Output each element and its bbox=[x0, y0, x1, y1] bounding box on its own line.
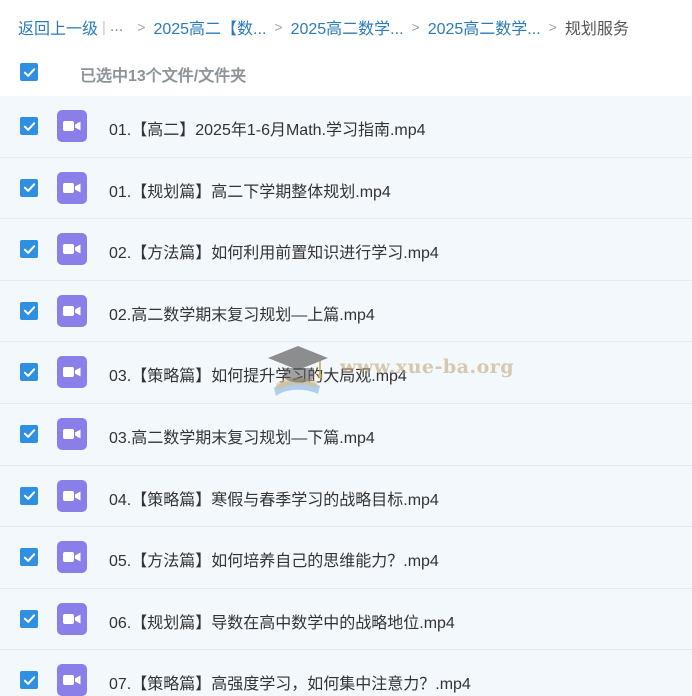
chevron-right-icon: > bbox=[411, 19, 420, 35]
row-checkbox[interactable] bbox=[20, 117, 38, 135]
row-checkbox[interactable] bbox=[20, 609, 38, 628]
video-file-icon bbox=[57, 479, 87, 512]
checkmark-icon bbox=[23, 306, 35, 316]
file-row[interactable]: 01.【规划篇】高二下学期整体规划.mp4 bbox=[0, 157, 692, 220]
video-file-icon bbox=[57, 356, 87, 389]
chevron-right-icon: > bbox=[548, 19, 557, 35]
file-name[interactable]: 02.高二数学期末复习规划—上篇.mp4 bbox=[109, 301, 375, 325]
checkmark-icon bbox=[23, 245, 35, 254]
chevron-right-icon: > bbox=[137, 19, 146, 35]
video-file-icon bbox=[57, 294, 87, 327]
video-file-icon bbox=[57, 602, 87, 635]
file-row[interactable]: 03.【策略篇】如何提升学习的大局观.mp4 bbox=[0, 342, 692, 404]
file-name[interactable]: 01.【高二】2025年1-6月Math.学习指南.mp4 bbox=[109, 116, 426, 140]
video-file-icon bbox=[57, 417, 87, 450]
row-checkbox[interactable] bbox=[20, 301, 38, 320]
checkmark-icon bbox=[23, 614, 35, 624]
file-row[interactable]: 01.【高二】2025年1-6月Math.学习指南.mp4 bbox=[0, 96, 692, 158]
file-row[interactable]: 03.高二数学期末复习规划—下篇.mp4 bbox=[0, 403, 692, 466]
breadcrumb: 返回上一级 | ... > 2025高二【数... > 2025高二数学... … bbox=[18, 15, 629, 39]
file-row[interactable]: 05.【方法篇】如何培养自己的思维能力？.mp4 bbox=[0, 527, 692, 589]
file-name[interactable]: 04.【策略篇】寒假与春季学习的战略目标.mp4 bbox=[109, 486, 439, 510]
video-file-icon bbox=[57, 171, 87, 204]
video-file-icon bbox=[57, 110, 87, 142]
video-file-icon bbox=[57, 664, 87, 696]
file-name[interactable]: 03.【策略篇】如何提升学习的大局观.mp4 bbox=[109, 362, 407, 386]
video-file-icon bbox=[57, 233, 87, 266]
file-row[interactable]: 06.【规划篇】导数在高中数学中的战略地位.mp4 bbox=[0, 588, 692, 651]
breadcrumb-item[interactable]: 2025高二【数... bbox=[153, 15, 266, 39]
file-row[interactable]: 02.【方法篇】如何利用前置知识进行学习.mp4 bbox=[0, 219, 692, 281]
file-row[interactable]: 04.【策略篇】寒假与春季学习的战略目标.mp4 bbox=[0, 465, 692, 528]
file-row[interactable]: 02.高二数学期末复习规划—上篇.mp4 bbox=[0, 280, 692, 343]
checkmark-icon bbox=[23, 429, 35, 439]
selection-bar: 已选中13个文件/文件夹 bbox=[0, 56, 692, 88]
file-list: 01.【高二】2025年1-6月Math.学习指南.mp4 01.【规划篇】高二… bbox=[0, 96, 692, 696]
file-name[interactable]: 05.【方法篇】如何培养自己的思维能力？.mp4 bbox=[109, 547, 439, 571]
row-checkbox[interactable] bbox=[20, 548, 38, 567]
checkmark-icon bbox=[23, 676, 35, 685]
checkmark-icon bbox=[23, 183, 35, 192]
breadcrumb-item[interactable]: 2025高二数学... bbox=[428, 15, 541, 39]
checkmark-icon bbox=[23, 368, 35, 377]
breadcrumb-item[interactable]: 2025高二数学... bbox=[291, 15, 404, 39]
row-checkbox[interactable] bbox=[20, 671, 38, 690]
breadcrumb-divider: | bbox=[102, 18, 106, 36]
breadcrumb-ellipsis[interactable]: ... bbox=[110, 18, 123, 36]
checkmark-icon bbox=[23, 67, 35, 77]
row-checkbox[interactable] bbox=[20, 363, 38, 382]
checkmark-icon bbox=[23, 121, 35, 131]
file-name[interactable]: 02.【方法篇】如何利用前置知识进行学习.mp4 bbox=[109, 239, 439, 263]
video-file-icon bbox=[57, 541, 87, 574]
file-name[interactable]: 07.【策略篇】高强度学习，如何集中注意力？.mp4 bbox=[109, 670, 471, 694]
row-checkbox[interactable] bbox=[20, 178, 38, 197]
checkmark-icon bbox=[23, 491, 35, 500]
file-name[interactable]: 03.高二数学期末复习规划—下篇.mp4 bbox=[109, 424, 375, 448]
chevron-right-icon: > bbox=[274, 19, 283, 35]
selection-count: 已选中13个文件/文件夹 bbox=[80, 68, 247, 85]
row-checkbox[interactable] bbox=[20, 240, 38, 259]
back-link[interactable]: 返回上一级 bbox=[18, 15, 98, 39]
file-name[interactable]: 01.【规划篇】高二下学期整体规划.mp4 bbox=[109, 178, 391, 202]
checkmark-icon bbox=[23, 552, 35, 562]
file-name[interactable]: 06.【规划篇】导数在高中数学中的战略地位.mp4 bbox=[109, 609, 455, 633]
select-all-checkbox[interactable] bbox=[20, 63, 38, 81]
row-checkbox[interactable] bbox=[20, 486, 38, 505]
row-checkbox[interactable] bbox=[20, 424, 38, 443]
breadcrumb-current: 规划服务 bbox=[564, 21, 629, 38]
file-row[interactable]: 07.【策略篇】高强度学习，如何集中注意力？.mp4 bbox=[0, 650, 692, 696]
